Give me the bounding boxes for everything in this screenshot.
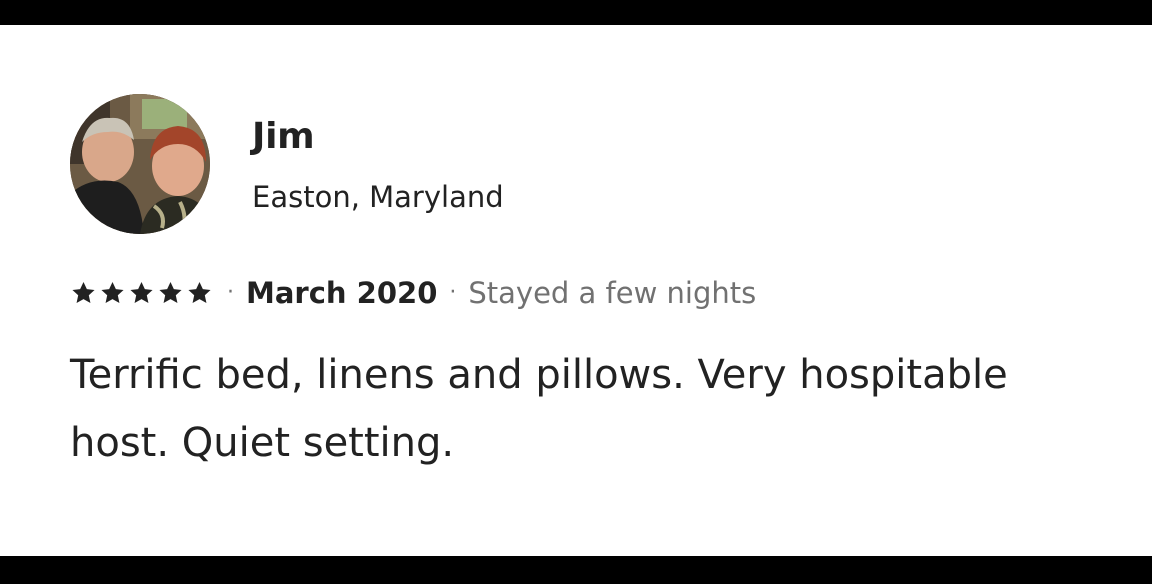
reviewer-location: Easton, Maryland	[252, 180, 504, 214]
star-rating	[70, 280, 215, 306]
star-icon	[130, 281, 153, 303]
stay-length: Stayed a few nights	[468, 276, 757, 310]
review-date: March 2020	[246, 276, 438, 310]
bottom-black-bar	[0, 556, 1152, 584]
star-icon	[101, 281, 124, 303]
review-card: Jim Easton, Maryland · March 2020 · Stay…	[0, 25, 1152, 556]
reviewer-avatar[interactable]	[70, 94, 210, 234]
reviewer-photo	[70, 94, 210, 234]
star-icon	[188, 281, 211, 303]
review-meta-row: · March 2020 · Stayed a few nights	[70, 273, 756, 313]
separator-dot: ·	[449, 280, 457, 305]
top-black-bar	[0, 0, 1152, 25]
star-icon	[159, 281, 182, 303]
reviewer-name: Jim	[252, 116, 315, 157]
review-text: Terrific bed, linens and pillows. Very h…	[70, 352, 1008, 466]
separator-dot: ·	[227, 280, 234, 305]
star-icon	[72, 281, 95, 303]
